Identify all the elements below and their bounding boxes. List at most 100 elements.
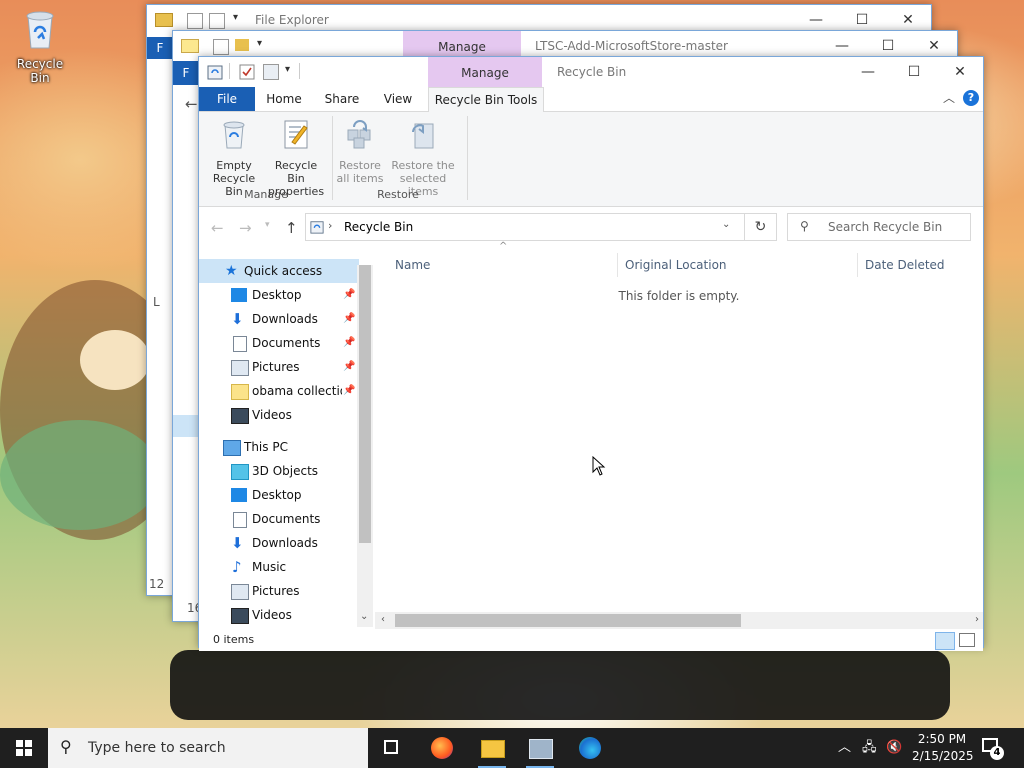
forward-arrow-icon[interactable]: → bbox=[239, 219, 252, 237]
pin-icon[interactable]: 📌 bbox=[343, 283, 355, 307]
scroll-left-icon[interactable]: ‹ bbox=[381, 614, 385, 625]
column-separator[interactable] bbox=[857, 253, 858, 277]
nav-downloads[interactable]: ⬇ Downloads 📌 bbox=[199, 307, 359, 331]
pin-icon[interactable]: 📌 bbox=[343, 331, 355, 355]
file-explorer-taskbar-icon[interactable] bbox=[468, 728, 516, 768]
control-panel-taskbar-icon[interactable] bbox=[516, 728, 564, 768]
computer-icon bbox=[223, 440, 241, 456]
minimize-icon[interactable]: — bbox=[845, 57, 891, 87]
close-icon[interactable]: ✕ bbox=[937, 57, 983, 87]
back-window-1-file-tab[interactable]: F bbox=[147, 37, 173, 59]
search-placeholder: Search Recycle Bin bbox=[828, 220, 943, 234]
manage-context-tab[interactable]: Manage bbox=[428, 57, 542, 87]
search-input[interactable]: ⚲ Search Recycle Bin bbox=[787, 213, 971, 241]
edge-icon[interactable] bbox=[566, 728, 614, 768]
column-separator[interactable] bbox=[617, 253, 618, 277]
nav-pc-pictures[interactable]: Pictures bbox=[199, 579, 359, 603]
ribbon-group-restore: Restore bbox=[377, 188, 419, 201]
customize-quick-access-icon[interactable]: ▾ bbox=[285, 64, 290, 75]
customize-quick-access-icon[interactable]: ▾ bbox=[257, 38, 262, 49]
column-original-location[interactable]: Original Location bbox=[625, 253, 727, 277]
back-arrow-icon[interactable]: ← bbox=[185, 95, 198, 113]
clock[interactable]: 2:50 PM 2/15/2025 bbox=[912, 731, 974, 765]
notification-center-icon[interactable]: 4 bbox=[982, 738, 1004, 760]
nav-label: Downloads bbox=[252, 312, 318, 326]
restore-selected-items-button[interactable]: Restore the selected items bbox=[385, 118, 461, 198]
nav-pc-videos[interactable]: Videos bbox=[199, 603, 359, 627]
recycle-bin-window[interactable]: ▾ Manage Recycle Bin — ☐ ✕ File Home Sha… bbox=[198, 56, 984, 651]
large-icons-view-icon[interactable] bbox=[959, 633, 975, 647]
nav-pc-documents[interactable]: Documents bbox=[199, 507, 359, 531]
horizontal-scrollbar[interactable]: ‹ › bbox=[375, 612, 983, 629]
tab-home[interactable]: Home bbox=[257, 87, 311, 111]
nav-quick-access[interactable]: ★ Quick access bbox=[199, 259, 359, 283]
nav-3d-objects[interactable]: 3D Objects bbox=[199, 459, 359, 483]
divider bbox=[299, 63, 300, 79]
nav-label: 3D Objects bbox=[252, 464, 319, 478]
scroll-right-icon[interactable]: › bbox=[975, 614, 979, 625]
firefox-icon[interactable] bbox=[418, 728, 466, 768]
help-icon[interactable]: ? bbox=[963, 90, 979, 106]
task-view-icon[interactable] bbox=[368, 728, 416, 768]
properties-icon[interactable] bbox=[239, 64, 255, 80]
new-folder-icon[interactable] bbox=[209, 13, 225, 29]
breadcrumb-chevron-icon[interactable]: › bbox=[328, 219, 332, 232]
back-window-1-title: File Explorer bbox=[255, 13, 329, 27]
volume-muted-icon[interactable]: 🔇 bbox=[886, 728, 902, 768]
windows-start-icon[interactable] bbox=[16, 740, 32, 756]
nav-obama-collection[interactable]: obama collection 📌 bbox=[199, 379, 359, 403]
new-folder-icon[interactable] bbox=[235, 39, 249, 51]
back-window-2-file-tab[interactable]: F bbox=[173, 61, 199, 85]
pin-icon[interactable]: 📌 bbox=[343, 307, 355, 331]
column-name[interactable]: Name bbox=[395, 253, 430, 277]
tab-recycle-bin-tools[interactable]: Recycle Bin Tools bbox=[428, 87, 544, 113]
tab-view[interactable]: View bbox=[373, 87, 423, 111]
maximize-icon[interactable]: ☐ bbox=[891, 57, 937, 87]
nav-pictures[interactable]: Pictures 📌 bbox=[199, 355, 359, 379]
file-list[interactable]: ^ Name Original Location Date Deleted Th… bbox=[375, 241, 983, 627]
tab-share[interactable]: Share bbox=[315, 87, 369, 111]
navigation-scrollbar[interactable]: ⌄ bbox=[357, 265, 373, 627]
scroll-down-icon[interactable]: ⌄ bbox=[360, 611, 368, 622]
back-arrow-icon[interactable]: ← bbox=[211, 219, 224, 237]
taskbar-search-box[interactable]: ⚲ Type here to search bbox=[48, 728, 368, 768]
scrollbar-thumb[interactable] bbox=[395, 614, 741, 627]
nav-music[interactable]: ♪ Music bbox=[199, 555, 359, 579]
customize-quick-access-icon[interactable]: ▾ bbox=[233, 12, 238, 23]
desktop-recycle-bin[interactable]: Recycle Bin bbox=[6, 8, 74, 85]
back-window-1-edge-text: L bbox=[153, 295, 160, 309]
nav-videos[interactable]: Videos bbox=[199, 403, 359, 427]
properties-icon[interactable] bbox=[213, 39, 229, 55]
up-arrow-icon[interactable]: ↑ bbox=[285, 219, 298, 237]
tab-file[interactable]: File bbox=[199, 87, 255, 111]
collapse-ribbon-icon[interactable]: ︿ bbox=[943, 89, 955, 106]
refresh-icon[interactable]: ↻ bbox=[745, 213, 777, 241]
pin-icon[interactable]: 📌 bbox=[343, 355, 355, 379]
recycle-bin-icon bbox=[26, 11, 54, 49]
recycle-bin-properties-button[interactable]: Recycle Bin properties bbox=[265, 118, 327, 198]
pin-icon[interactable]: 📌 bbox=[343, 379, 355, 403]
new-folder-icon[interactable] bbox=[263, 64, 279, 80]
nav-documents[interactable]: Documents 📌 bbox=[199, 331, 359, 355]
restore-all-items-button[interactable]: Restore all items bbox=[335, 118, 385, 185]
properties-icon[interactable] bbox=[187, 13, 203, 29]
breadcrumb-recycle-bin[interactable]: Recycle Bin bbox=[344, 220, 413, 234]
nav-desktop[interactable]: Desktop 📌 bbox=[199, 283, 359, 307]
nav-this-pc[interactable]: This PC bbox=[199, 435, 359, 459]
show-hidden-icons-icon[interactable]: ︿ bbox=[838, 728, 851, 768]
address-dropdown-icon[interactable]: ⌄ bbox=[722, 219, 730, 230]
scrollbar-thumb[interactable] bbox=[359, 265, 371, 543]
empty-recycle-bin-button[interactable]: Empty Recycle Bin bbox=[205, 118, 263, 198]
window-titlebar[interactable]: ▾ Manage Recycle Bin — ☐ ✕ bbox=[199, 57, 983, 87]
details-view-icon[interactable] bbox=[935, 632, 955, 650]
address-row: ← → ▾ ↑ › Recycle Bin ⌄ ↻ ⚲ Search Recyc… bbox=[199, 207, 983, 247]
nav-pc-downloads[interactable]: ⬇ Downloads bbox=[199, 531, 359, 555]
column-date-deleted[interactable]: Date Deleted bbox=[865, 253, 945, 277]
network-icon[interactable]: 🖧 bbox=[862, 728, 877, 768]
recent-locations-icon[interactable]: ▾ bbox=[265, 220, 270, 230]
back-window-2-selection bbox=[173, 415, 199, 437]
restore-all-icon bbox=[347, 120, 371, 149]
nav-pc-desktop[interactable]: Desktop bbox=[199, 483, 359, 507]
empty-folder-message: This folder is empty. bbox=[618, 289, 740, 303]
address-bar[interactable]: › Recycle Bin ⌄ bbox=[305, 213, 745, 241]
